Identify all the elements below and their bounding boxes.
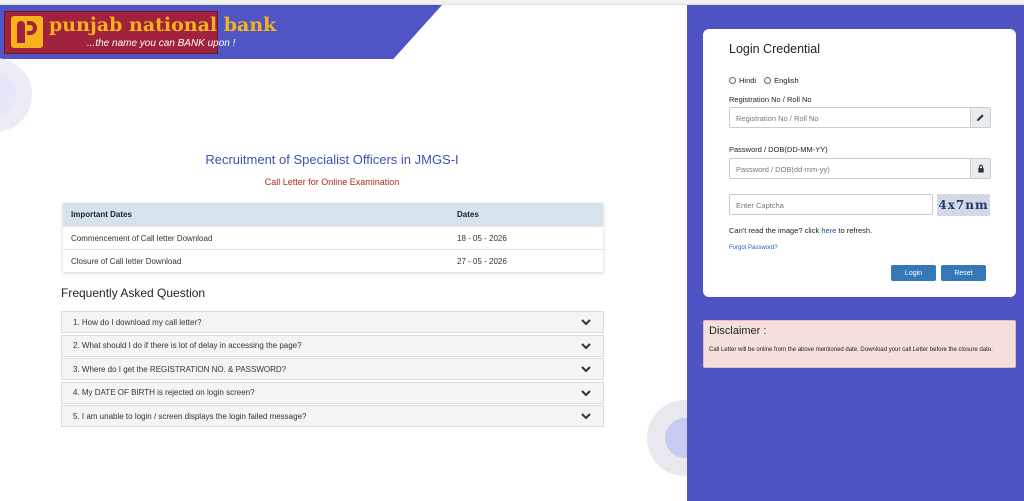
login-button[interactable]: Login <box>891 265 936 281</box>
lock-icon <box>970 159 990 178</box>
chevron-down-icon <box>581 413 591 420</box>
password-field <box>729 158 991 179</box>
disclaimer-title: Disclaimer : <box>709 325 767 337</box>
captcha-refresh-hint: Can't read the image? click here to refr… <box>729 226 872 235</box>
password-input[interactable] <box>730 160 956 179</box>
captcha-field <box>729 194 933 215</box>
lang-option-hindi[interactable]: Hindi <box>729 76 756 85</box>
chevron-down-icon <box>581 319 591 326</box>
table-row: Closure of Call letter Download 27 - 05 … <box>63 249 603 272</box>
captcha-input[interactable] <box>730 196 926 215</box>
faq-heading: Frequently Asked Question <box>61 286 206 300</box>
faq-question: 3. Where do I get the REGISTRATION NO. &… <box>73 364 287 374</box>
registration-label: Registration No / Roll No <box>729 95 812 104</box>
pnb-logo[interactable]: punjab national bank ...the name you can… <box>4 11 276 54</box>
radio-hindi[interactable] <box>729 77 736 84</box>
faq-question: 5. I am unable to login / screen display… <box>73 411 307 421</box>
language-selector: Hindi English <box>729 76 807 85</box>
login-card: Login Credential Hindi English Registrat… <box>703 29 1016 297</box>
faq-item[interactable]: 2. What should I do if there is lot of d… <box>61 334 604 357</box>
disclaimer-box: Disclaimer : Call Letter will be online … <box>703 320 1016 368</box>
table-cell: Commencement of Call letter Download <box>63 226 449 250</box>
table-row: Commencement of Call letter Download 18 … <box>63 226 603 250</box>
radio-english[interactable] <box>764 77 772 84</box>
faq-question: 4. My DATE OF BIRTH is rejected on login… <box>73 388 255 398</box>
chevron-down-icon <box>581 366 591 373</box>
reset-button[interactable]: Reset <box>941 265 986 281</box>
faq-item[interactable]: 5. I am unable to login / screen display… <box>61 405 604 428</box>
bank-name: punjab national bank <box>49 14 277 36</box>
captcha-refresh-link[interactable]: here <box>821 226 836 235</box>
decorative-circle-left <box>0 58 32 132</box>
table-header-row: Important Dates Dates <box>63 203 603 227</box>
registration-input[interactable] <box>730 109 956 128</box>
pnb-logo-icon <box>11 16 43 48</box>
important-dates-table: Important Dates Dates Commencement of Ca… <box>63 203 603 272</box>
table-cell: 27 - 05 - 2026 <box>449 249 603 272</box>
faq-item[interactable]: 3. Where do I get the REGISTRATION NO. &… <box>61 358 604 381</box>
pencil-icon <box>970 108 990 127</box>
table-cell: Closure of Call letter Download <box>63 249 449 272</box>
table-cell: 18 - 05 - 2026 <box>449 226 603 250</box>
column-header: Important Dates <box>63 203 449 227</box>
faq-question: 2. What should I do if there is lot of d… <box>73 341 302 351</box>
lang-label-hindi: Hindi <box>739 76 757 85</box>
chevron-down-icon <box>581 390 591 397</box>
column-header: Dates <box>449 203 603 227</box>
hint-suffix: to refresh. <box>836 226 873 235</box>
captcha-image: 4x7nm <box>937 194 990 216</box>
faq-accordion: 1. How do I download my call letter? 2. … <box>61 311 604 429</box>
faq-question: 1. How do I download my call letter? <box>73 317 202 327</box>
forgot-password-link[interactable]: Forgot Password? <box>729 245 778 251</box>
password-label: Password / DOB(DD-MM-YY) <box>729 145 828 154</box>
registration-field <box>729 107 991 128</box>
lang-option-english[interactable]: English <box>764 76 799 85</box>
disclaimer-text: Call Letter will be online from the abov… <box>709 347 993 353</box>
bank-tagline: ...the name you can BANK upon ! <box>87 38 236 49</box>
page-title: Recruitment of Specialist Officers in JM… <box>205 152 459 167</box>
faq-item[interactable]: 1. How do I download my call letter? <box>61 311 604 333</box>
chevron-down-icon <box>581 342 591 350</box>
page-subtitle: Call Letter for Online Examination <box>264 177 400 187</box>
hint-prefix: Can't read the image? click <box>729 226 822 235</box>
login-title: Login Credential <box>729 42 821 56</box>
faq-item[interactable]: 4. My DATE OF BIRTH is rejected on login… <box>61 381 604 404</box>
lang-label-english: English <box>774 76 799 85</box>
